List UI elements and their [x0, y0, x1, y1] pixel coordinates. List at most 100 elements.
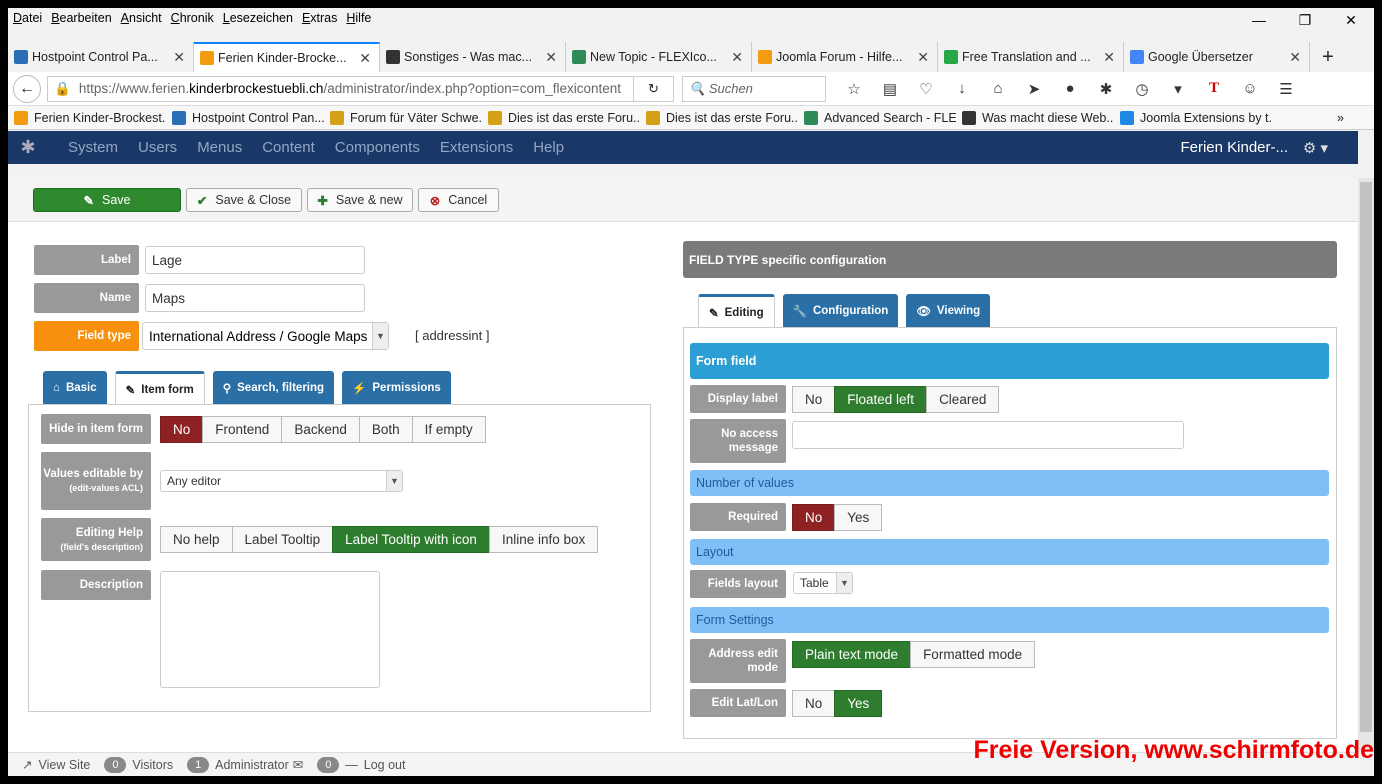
browser-tab[interactable]: Ferien Kinder-Brocke... ✕ [194, 42, 380, 72]
no-access-input[interactable] [792, 421, 1184, 449]
description-textarea[interactable] [160, 571, 380, 688]
bookmark-item[interactable]: Ferien Kinder-Brockest... [14, 110, 166, 125]
menu-extras[interactable]: Extras [302, 11, 337, 25]
reader-icon[interactable]: ▤ [872, 80, 908, 98]
display-option-cleared[interactable]: Cleared [926, 386, 1000, 413]
star-icon[interactable]: ☆ [836, 80, 872, 98]
help-option-inline-info[interactable]: Inline info box [488, 526, 599, 553]
browser-tab[interactable]: Free Translation and ... ✕ [938, 42, 1124, 72]
bookmark-item[interactable]: Dies ist das erste Foru... [646, 110, 798, 125]
nav-components[interactable]: Components [335, 139, 420, 156]
bookmarks-overflow-icon[interactable]: » [1337, 111, 1344, 125]
nav-system[interactable]: System [68, 139, 118, 156]
close-tab-icon[interactable]: ✕ [1289, 49, 1301, 66]
download-icon[interactable]: ↓ [944, 80, 980, 98]
bookmark-item[interactable]: Forum für Väter Schwe... [330, 110, 482, 125]
home-icon[interactable]: ⌂ [980, 80, 1016, 98]
display-option-no[interactable]: No [792, 386, 836, 413]
close-tab-icon[interactable]: ✕ [545, 49, 557, 66]
display-option-floated-left[interactable]: Floated left [834, 386, 928, 413]
browser-tab[interactable]: Hostpoint Control Pa... ✕ [8, 42, 194, 72]
bookmark-item[interactable]: Was macht diese Web... [962, 110, 1114, 125]
nav-users[interactable]: Users [138, 139, 177, 156]
required-option-yes[interactable]: Yes [834, 504, 883, 531]
save-button[interactable]: ✎ Save [33, 188, 181, 212]
values-editable-select[interactable]: Any editor ▼ [160, 470, 403, 492]
fieldtype-select[interactable]: International Address / Google Maps ▼ [142, 322, 389, 350]
save-new-button[interactable]: ✚ Save & new [307, 188, 413, 212]
view-site-link[interactable]: View Site [38, 758, 90, 772]
tab-editing[interactable]: ✎ Editing [698, 294, 775, 328]
nav-content[interactable]: Content [262, 139, 315, 156]
name-input[interactable]: Maps [145, 284, 365, 312]
menu-hilfe[interactable]: Hilfe [346, 11, 371, 25]
adblock-icon[interactable]: ● [1052, 80, 1088, 98]
bookmark-item[interactable]: Advanced Search - FLE... [804, 110, 956, 125]
hide-option-no[interactable]: No [160, 416, 204, 443]
close-tab-icon[interactable]: ✕ [359, 50, 371, 67]
menu-ansicht[interactable]: Ansicht [121, 11, 162, 25]
url-bar[interactable]: 🔒 https://www.ferien. kinderbrockestuebli… [47, 75, 634, 102]
nav-menus[interactable]: Menus [197, 139, 242, 156]
browser-tab[interactable]: Sonstiges - Was mac... ✕ [380, 42, 566, 72]
tab-search-filtering[interactable]: ⚲ Search, filtering [212, 371, 335, 405]
tab-viewing[interactable]: 👁 Viewing [906, 294, 991, 328]
dropdown-icon[interactable]: ▾ [1160, 80, 1196, 98]
browser-tab[interactable]: Joomla Forum - Hilfe... ✕ [752, 42, 938, 72]
hide-option-frontend[interactable]: Frontend [202, 416, 283, 443]
latlon-option-yes[interactable]: Yes [834, 690, 883, 717]
hamburger-menu-icon[interactable]: ☰ [1268, 80, 1304, 98]
reload-icon[interactable]: ↻ [634, 75, 674, 102]
joomla-logo-icon[interactable]: ✱ [8, 137, 48, 158]
site-link[interactable]: Ferien Kinder-... [1180, 139, 1288, 156]
save-close-button[interactable]: ✔ Save & Close [186, 188, 302, 212]
pocket-icon[interactable]: ♡ [908, 80, 944, 98]
tab-permissions[interactable]: ⚡ Permissions [342, 371, 451, 405]
logout-link[interactable]: Log out [364, 758, 406, 772]
help-option-tooltip-icon[interactable]: Label Tooltip with icon [332, 526, 490, 553]
close-tab-icon[interactable]: ✕ [917, 49, 929, 66]
history-icon[interactable]: ◷ [1124, 80, 1160, 98]
scrollbar-thumb[interactable] [1360, 182, 1372, 732]
cancel-button[interactable]: ⊗ Cancel [418, 188, 499, 212]
hide-option-both[interactable]: Both [358, 416, 413, 443]
page-scrollbar[interactable] [1358, 178, 1374, 752]
label-input[interactable]: Lage [145, 246, 365, 274]
hide-option-if-empty[interactable]: If empty [411, 416, 486, 443]
close-tab-icon[interactable]: ✕ [731, 49, 743, 66]
text-icon[interactable]: T [1196, 80, 1232, 98]
address-option-plain[interactable]: Plain text mode [792, 641, 912, 668]
menu-chronik[interactable]: Chronik [171, 11, 214, 25]
close-window-button[interactable]: ✕ [1328, 12, 1374, 29]
tab-basic[interactable]: ⌂ Basic [43, 371, 107, 405]
help-option-no-help[interactable]: No help [160, 526, 233, 553]
bookmark-item[interactable]: Joomla Extensions by t... [1120, 110, 1272, 125]
help-option-label-tooltip[interactable]: Label Tooltip [231, 526, 334, 553]
menu-datei[interactable]: Datei [13, 11, 42, 25]
hide-option-backend[interactable]: Backend [281, 416, 360, 443]
fields-layout-select[interactable]: Table ▼ [793, 572, 853, 594]
search-box[interactable]: 🔍 Suchen [682, 75, 826, 102]
menu-bearbeiten[interactable]: Bearbeiten [51, 11, 111, 25]
browser-tab[interactable]: Google Übersetzer ✕ [1124, 42, 1310, 72]
maximize-button[interactable]: ❐ [1282, 12, 1328, 29]
bookmark-item[interactable]: Hostpoint Control Pan... [172, 110, 324, 125]
send-icon[interactable]: ➤ [1016, 80, 1052, 98]
close-tab-icon[interactable]: ✕ [1103, 49, 1115, 66]
gear-icon[interactable]: ⚙ ▾ [1303, 139, 1328, 157]
latlon-option-no[interactable]: No [792, 690, 836, 717]
close-tab-icon[interactable]: ✕ [173, 49, 185, 66]
back-arrow-icon[interactable]: ← [13, 74, 41, 103]
new-tab-button[interactable]: + [1310, 42, 1346, 72]
nav-help[interactable]: Help [533, 139, 564, 156]
required-option-no[interactable]: No [792, 504, 836, 531]
bookmark-item[interactable]: Dies ist das erste Foru... [488, 110, 640, 125]
minimize-button[interactable]: — [1236, 12, 1282, 29]
browser-tab[interactable]: New Topic - FLEXIco... ✕ [566, 42, 752, 72]
menu-lesezeichen[interactable]: Lesezeichen [223, 11, 293, 25]
emoji-icon[interactable]: ☺ [1232, 80, 1268, 98]
tab-item-form[interactable]: ✎ Item form [114, 371, 205, 405]
nav-extensions[interactable]: Extensions [440, 139, 513, 156]
tab-configuration[interactable]: 🔧 Configuration [782, 294, 899, 328]
bug-icon[interactable]: ✱ [1088, 80, 1124, 98]
